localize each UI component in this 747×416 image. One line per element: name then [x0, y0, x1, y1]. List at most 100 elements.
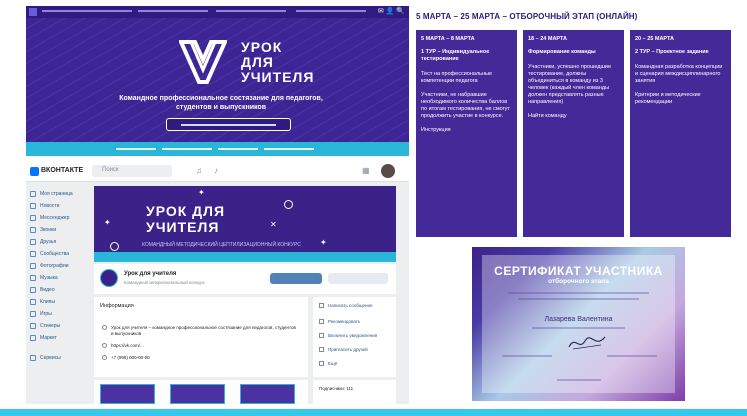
- card-date: 5 МАРТА – 8 МАРТА: [421, 36, 475, 42]
- action-row[interactable]: Рекомендовать: [319, 319, 360, 324]
- info-row: Урок для учителя – командное профессиона…: [102, 325, 298, 337]
- card-text: Участники, успешно прошедшие тестировани…: [528, 64, 612, 105]
- certificate-text-line: [557, 379, 601, 381]
- site-nav-bar: [26, 142, 409, 156]
- vk-members: Подписчики: 111: [313, 380, 396, 404]
- share-icon: [319, 319, 324, 324]
- card-link[interactable]: Инструкция: [421, 127, 512, 134]
- vk-sidebar: Моя страница Новости Мессенджер Звонки Д…: [30, 188, 88, 364]
- info-icon: [102, 325, 107, 330]
- vk-search-input[interactable]: Поиск: [92, 165, 172, 177]
- certificate-text-line: [508, 292, 649, 294]
- topbar-text: [138, 10, 208, 12]
- sidebar-item[interactable]: Видео: [30, 284, 88, 296]
- brand-logo-icon: [179, 40, 227, 84]
- page-heading: 5 МАРТА – 25 МАРТА – ОТБОРОЧНЫЙ ЭТАП (ОН…: [416, 12, 638, 21]
- sidebar-item[interactable]: Друзья: [30, 236, 88, 248]
- more-button[interactable]: [328, 273, 388, 284]
- card-link[interactable]: Критерии и методические рекомендации: [635, 92, 726, 106]
- sidebar-icon: [30, 355, 36, 361]
- signature-icon: [568, 336, 606, 350]
- sidebar-item[interactable]: Сервисы: [30, 352, 88, 364]
- star-icon: ✦: [320, 238, 327, 247]
- group-avatar[interactable]: [100, 269, 118, 287]
- sidebar-item[interactable]: Игры: [30, 308, 88, 320]
- topbar-icons[interactable]: ✉ 👤 🔍: [378, 7, 405, 15]
- sidebar-item[interactable]: Моя страница: [30, 188, 88, 200]
- site-logo-icon: [29, 8, 37, 16]
- certificate-subtitle: отборочного этапа: [548, 278, 609, 285]
- sidebar-icon: [30, 335, 36, 341]
- ring-icon: [284, 200, 293, 209]
- invite-icon: [319, 347, 324, 352]
- sidebar-item[interactable]: Сообщества: [30, 248, 88, 260]
- certificate-name-line: [532, 327, 625, 329]
- photo-thumb[interactable]: [100, 384, 155, 404]
- card-title: Формирование команды: [528, 49, 596, 55]
- sidebar-icon: [30, 299, 36, 305]
- star-icon: ✦: [198, 188, 205, 197]
- sidebar-icon: [30, 239, 36, 245]
- info-row[interactable]: +7 (999) 000-00-00: [102, 355, 150, 360]
- bell-icon[interactable]: ♫: [196, 166, 202, 175]
- certificate-text-line: [518, 298, 639, 300]
- apps-icon[interactable]: ▦: [362, 166, 370, 175]
- vk-screenshot: ВКОНТАКТЕ Поиск ♫ ♪ ▦ Моя страница Новос…: [26, 160, 409, 404]
- certificate-text-line: [607, 355, 657, 357]
- sidebar-icon: [30, 275, 36, 281]
- group-description: Командный межрегиональный конкурс: [124, 280, 205, 285]
- card-date: 20 – 25 МАРТА: [635, 36, 675, 42]
- action-row[interactable]: Пригласить друзей: [319, 347, 368, 352]
- sidebar-icon: [30, 287, 36, 293]
- site-subtitle: Командное профессиональное состязание дл…: [119, 95, 323, 111]
- vk-logo-text: ВКОНТАКТЕ: [41, 167, 84, 174]
- star-icon: ✦: [104, 218, 111, 227]
- photo-thumb[interactable]: [240, 384, 295, 404]
- sidebar-item[interactable]: Музыка: [30, 272, 88, 284]
- card-date: 18 – 24 МАРТА: [528, 36, 568, 42]
- phone-icon: [102, 355, 107, 360]
- info-row[interactable]: https://vk.com/...: [102, 343, 144, 348]
- sidebar-item[interactable]: Новости: [30, 200, 88, 212]
- action-row[interactable]: Ещё: [319, 361, 337, 366]
- sidebar-item[interactable]: Маркет: [30, 332, 88, 344]
- info-title: Информация: [100, 303, 134, 309]
- photo-thumb[interactable]: [170, 384, 225, 404]
- join-button[interactable]: [270, 273, 322, 284]
- cover-subtitle: КОМАНДНЫЙ МЕТОДИЧЕСКИЙ ЦЕПТИЛИЗАЦИОННЫЙ …: [142, 242, 301, 248]
- action-row[interactable]: Включить уведомления: [319, 333, 377, 338]
- card-title: 1 ТУР – Индивидуальное тестирование: [421, 49, 490, 62]
- sidebar-icon: [30, 251, 36, 257]
- sidebar-item[interactable]: Звонки: [30, 224, 88, 236]
- card-link[interactable]: Найти команду: [528, 113, 619, 120]
- sidebar-item[interactable]: Фотографии: [30, 260, 88, 272]
- vk-logo-icon[interactable]: [30, 167, 39, 176]
- sidebar-icon: [30, 263, 36, 269]
- group-name: Урок для учителя: [124, 271, 177, 277]
- sidebar-item[interactable]: Стикеры: [30, 320, 88, 332]
- vk-group-header: Урок для учителя Командный межрегиональн…: [94, 264, 396, 294]
- topbar-text: [42, 10, 132, 12]
- avatar[interactable]: [381, 164, 395, 178]
- card-title: 2 ТУР – Проектное задание: [635, 49, 709, 55]
- link-icon: [102, 343, 107, 348]
- vk-photos: [94, 380, 308, 404]
- card-text: Командная разработка концепции и сценари…: [635, 64, 723, 84]
- more-icon: [319, 361, 324, 366]
- search-placeholder: Поиск: [102, 167, 119, 173]
- site-screenshot: ✉ 👤 🔍 УРОК ДЛЯ УЧИТЕЛЯ Командное професс…: [26, 6, 409, 156]
- music-icon[interactable]: ♪: [214, 166, 218, 175]
- topbar-text: [296, 10, 366, 12]
- vk-cover: ✦ ✦ ✕ ✦ УРОК ДЛЯ УЧИТЕЛЯ КОМАНДНЫЙ МЕТОД…: [94, 186, 396, 262]
- sidebar-item[interactable]: Мессенджер: [30, 212, 88, 224]
- sidebar-item[interactable]: Клипы: [30, 296, 88, 308]
- action-row[interactable]: Написать сообщение: [319, 303, 373, 308]
- ring-icon: [110, 242, 119, 251]
- brand-title: УРОК ДЛЯ УЧИТЕЛЯ: [241, 39, 315, 85]
- sidebar-icon: [30, 227, 36, 233]
- cta-button[interactable]: [166, 118, 291, 131]
- members-count[interactable]: Подписчики: 111: [319, 386, 353, 391]
- sidebar-icon: [30, 191, 36, 197]
- bottom-bar: [0, 409, 747, 416]
- sidebar-icon: [30, 215, 36, 221]
